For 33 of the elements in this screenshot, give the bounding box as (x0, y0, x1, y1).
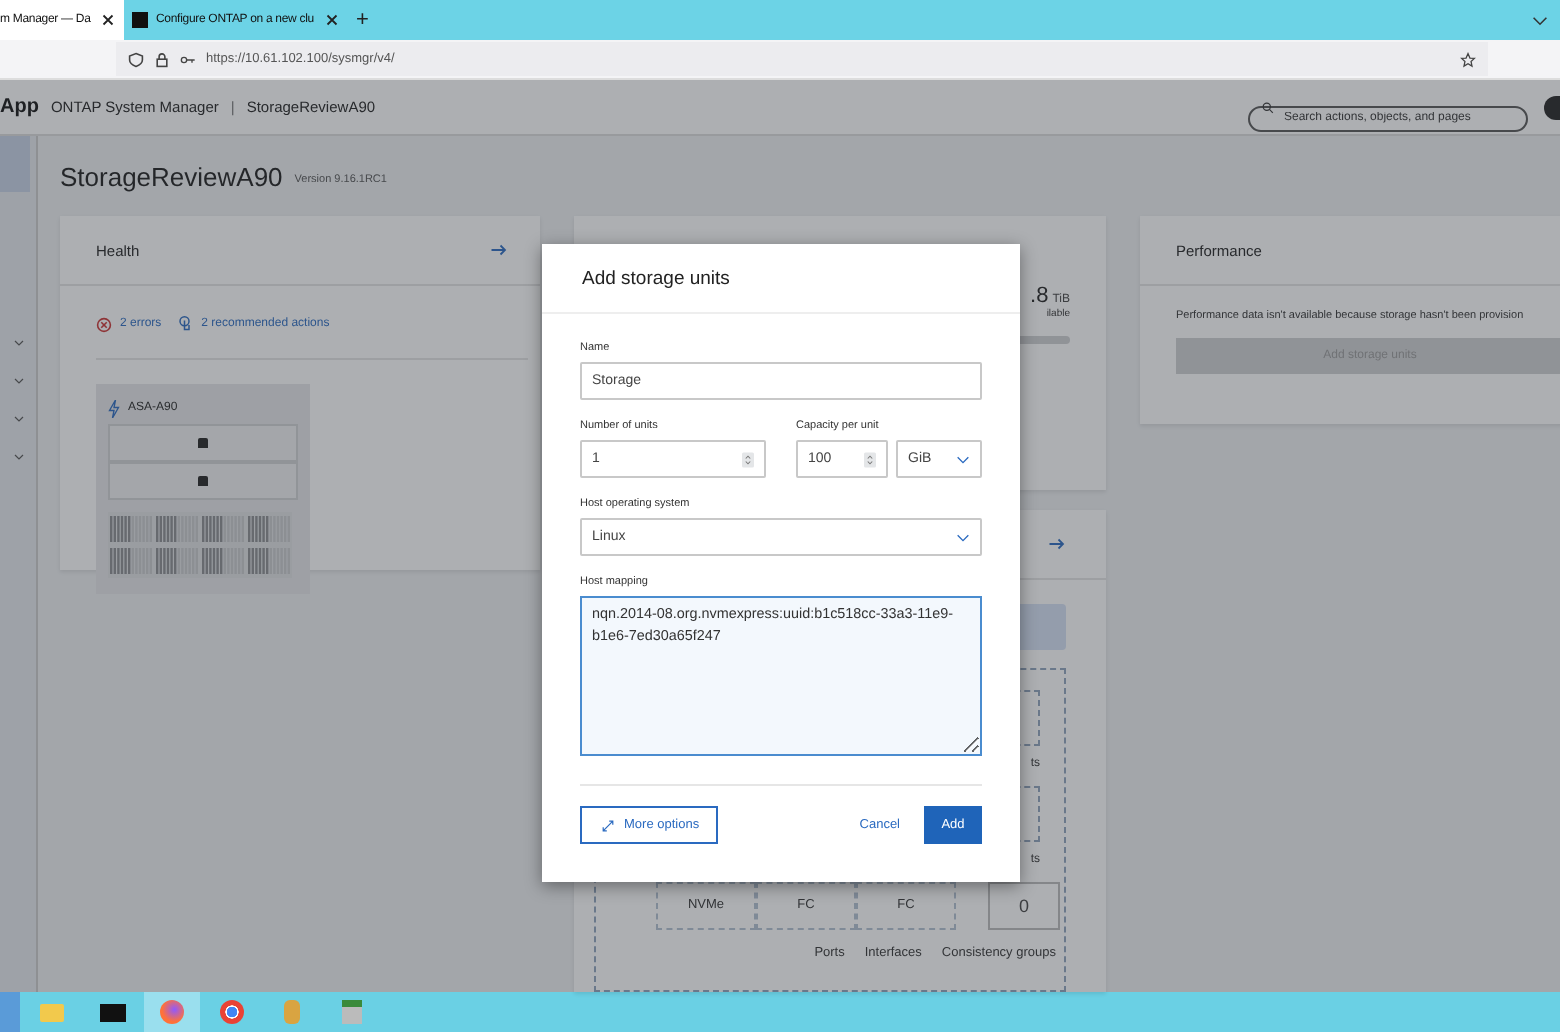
app-brand: App (0, 96, 39, 118)
arrow-right-icon[interactable] (1048, 538, 1066, 550)
expand-icon (602, 819, 614, 831)
new-tab-button[interactable]: + (356, 8, 369, 32)
controller-node[interactable] (108, 424, 298, 462)
chevron-down-icon[interactable] (13, 454, 23, 460)
chevron-down-icon[interactable] (1532, 15, 1548, 25)
error-icon (96, 315, 112, 333)
key-icon (180, 51, 196, 67)
dialog-title: Add storage units (582, 267, 730, 289)
lock-icon (154, 51, 170, 67)
chevron-down-icon (956, 455, 970, 463)
chevron-down-icon[interactable] (13, 416, 23, 422)
chevron-down-icon (956, 533, 970, 541)
page-title: StorageReviewA90 (60, 161, 283, 191)
star-icon[interactable] (1460, 51, 1476, 67)
avatar-icon[interactable] (1544, 95, 1560, 119)
node-icon (198, 438, 208, 448)
consistency-count: 0 (988, 882, 1060, 930)
search-icon (1262, 101, 1274, 113)
app-logo-icon (132, 12, 148, 28)
spinner-icon[interactable] (864, 451, 876, 467)
close-icon[interactable] (102, 14, 114, 26)
chevron-down-icon[interactable] (13, 378, 23, 384)
spinner-icon[interactable] (742, 451, 754, 467)
capacity-value: .8 (1030, 284, 1049, 308)
close-icon[interactable] (326, 14, 338, 26)
arrow-right-icon[interactable] (490, 244, 508, 256)
shield-icon (128, 51, 144, 67)
node-icon (198, 476, 208, 486)
lightning-icon (108, 399, 120, 417)
controller-node[interactable] (108, 462, 298, 500)
chevron-down-icon[interactable] (13, 340, 23, 346)
